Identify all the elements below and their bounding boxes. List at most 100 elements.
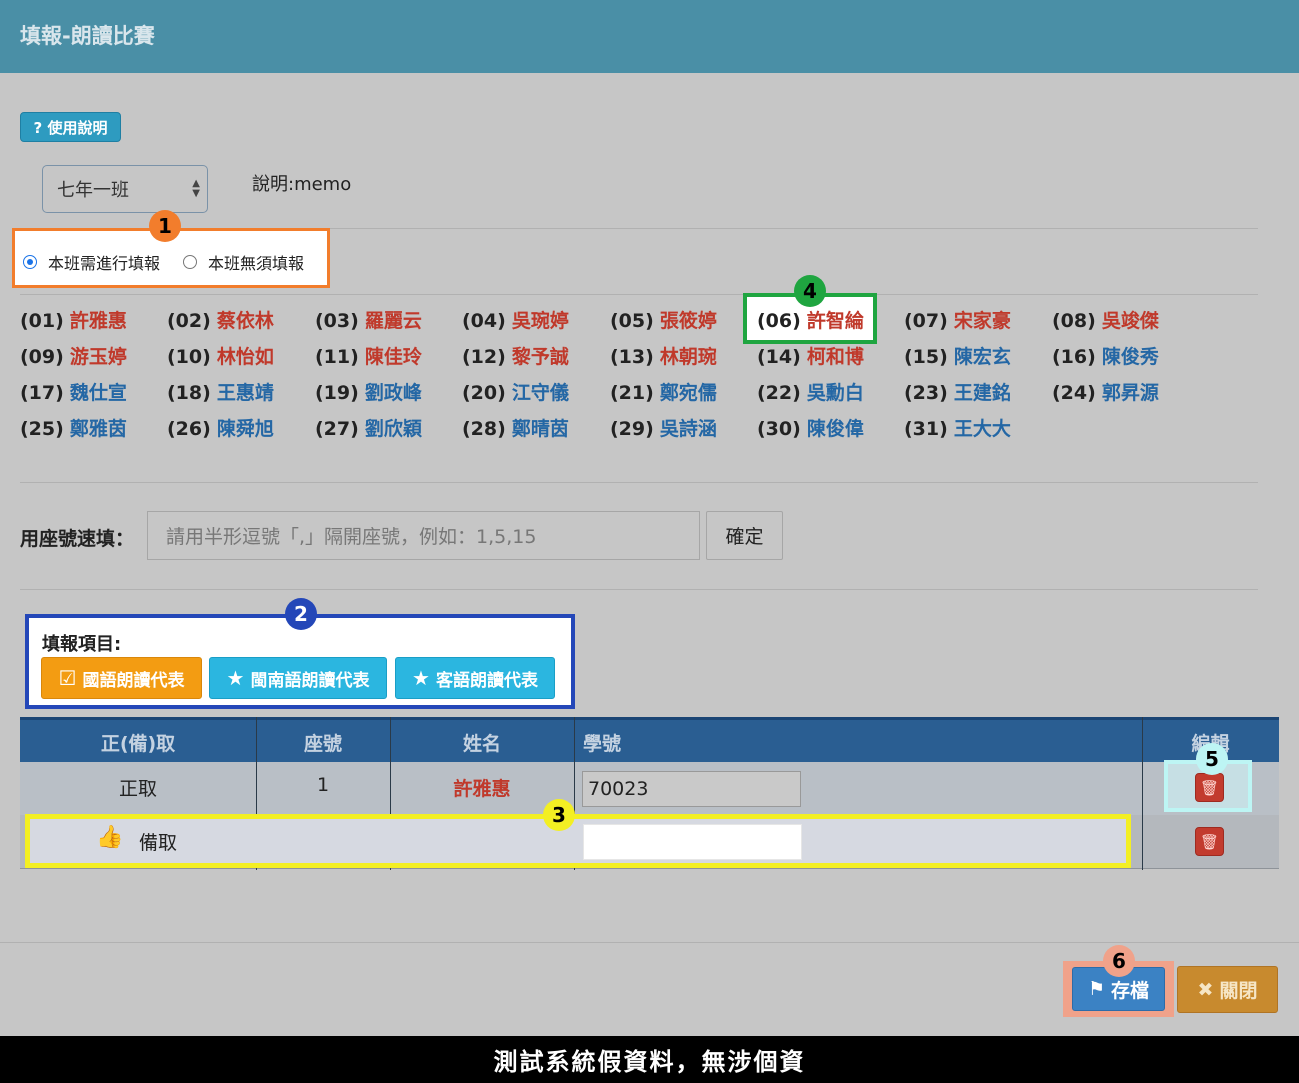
student-name: 陳佳玲 (364, 346, 422, 368)
student-seat-number: (02) (167, 310, 211, 332)
student-item[interactable]: (19) 劉政峰 (315, 378, 422, 405)
report-option-label: 本班需進行填報 (48, 254, 161, 273)
student-name: 陳俊偉 (806, 418, 864, 440)
confirm-button[interactable]: 確定 (706, 511, 783, 560)
student-seat-number: (16) (1052, 346, 1096, 368)
thumbs-up-icon: 👍 (96, 825, 124, 850)
student-item[interactable]: (22) 吳勳白 (757, 378, 864, 405)
student-item[interactable]: (03) 羅麗云 (315, 306, 422, 333)
student-item[interactable]: (31) 王大大 (904, 414, 1011, 441)
help-label: ? 使用說明 (33, 118, 108, 137)
student-item[interactable]: (08) 吳竣傑 (1052, 306, 1159, 333)
header-student-id: 學號 (583, 733, 622, 755)
quick-fill-label: 用座號速填： (20, 528, 135, 550)
student-item[interactable]: (26) 陳舜旭 (167, 414, 274, 441)
student-item[interactable]: (29) 吳詩涵 (610, 414, 717, 441)
student-item[interactable]: (28) 鄭晴茵 (462, 414, 569, 441)
student-id-value: 70023 (588, 778, 649, 800)
student-item[interactable]: (01) 許雅惠 (20, 306, 127, 333)
item-label: 客語朗讀代表 (435, 670, 538, 691)
item-hakka-button[interactable]: ★ 客語朗讀代表 (395, 657, 555, 699)
student-name: 魏仕宣 (69, 382, 127, 404)
student-item[interactable]: (06) 許智綸 (757, 306, 864, 333)
student-seat-number: (11) (315, 346, 359, 368)
row-type: 備取 (139, 832, 178, 854)
student-name: 吳竣傑 (1101, 310, 1159, 332)
student-item[interactable]: (05) 張筱婷 (610, 306, 717, 333)
student-item[interactable]: (13) 林朝琬 (610, 342, 717, 369)
table-row: 正取 1 許雅惠 70023 (20, 762, 1279, 815)
callout-badge-5: 5 (1196, 743, 1228, 775)
item-label: 閩南語朗讀代表 (250, 670, 370, 691)
class-select-value: 七年一班 (57, 180, 129, 201)
close-button[interactable]: ✖ 關閉 (1177, 966, 1278, 1013)
student-name: 王建銘 (953, 382, 1011, 404)
student-seat-number: (14) (757, 346, 801, 368)
student-item[interactable]: (23) 王建銘 (904, 378, 1011, 405)
student-item[interactable]: (16) 陳俊秀 (1052, 342, 1159, 369)
student-item[interactable]: (24) 郭昇源 (1052, 378, 1159, 405)
divider (20, 482, 1258, 483)
memo-text: 說明:memo (252, 174, 352, 195)
student-seat-number: (17) (20, 382, 64, 404)
trash-icon: 🗑 (1199, 778, 1220, 797)
report-option-not-required[interactable]: 本班無須填報 (183, 250, 304, 274)
student-item[interactable]: (10) 林怡如 (167, 342, 274, 369)
student-item[interactable]: (20) 江守儀 (462, 378, 569, 405)
item-mandarin-button[interactable]: ☑ 國語朗讀代表 (41, 657, 202, 699)
item-hokkien-button[interactable]: ★ 閩南語朗讀代表 (209, 657, 387, 699)
student-item[interactable]: (07) 宋家豪 (904, 306, 1011, 333)
page-title: 填報-朗讀比賽 (20, 24, 155, 48)
student-name: 林朝琬 (659, 346, 717, 368)
student-id-input[interactable] (583, 824, 802, 860)
column-divider (1142, 717, 1143, 870)
student-seat-number: (24) (1052, 382, 1096, 404)
student-item[interactable]: (25) 鄭雅茵 (20, 414, 127, 441)
student-id-input[interactable]: 70023 (582, 771, 801, 807)
student-seat-number: (25) (20, 418, 64, 440)
footer-divider (0, 942, 1299, 943)
student-name: 張筱婷 (659, 310, 717, 332)
student-name: 陳舜旭 (216, 418, 274, 440)
student-item[interactable]: (11) 陳佳玲 (315, 342, 422, 369)
student-item[interactable]: (30) 陳俊偉 (757, 414, 864, 441)
student-name: 劉欣穎 (364, 418, 422, 440)
callout-badge-2: 2 (285, 598, 317, 630)
student-seat-number: (07) (904, 310, 948, 332)
student-seat-number: (29) (610, 418, 654, 440)
student-item[interactable]: (02) 蔡依林 (167, 306, 274, 333)
student-item[interactable]: (17) 魏仕宣 (20, 378, 127, 405)
student-name: 鄭宛儒 (659, 382, 717, 404)
radio-checked-icon[interactable] (23, 255, 37, 269)
quick-fill-placeholder: 請用半形逗號「,」隔開座號，例如：1,5,15 (166, 526, 537, 548)
student-name: 吳詩涵 (659, 418, 717, 440)
close-icon: ✖ (1197, 978, 1214, 1001)
divider (20, 589, 1258, 590)
test-data-banner: 測試系統假資料，無涉個資 (0, 1036, 1299, 1083)
delete-row-2-button[interactable]: 🗑 (1195, 827, 1224, 856)
delete-row-1-button[interactable]: 🗑 (1195, 773, 1224, 802)
student-item[interactable]: (18) 王惠靖 (167, 378, 274, 405)
student-seat-number: (28) (462, 418, 506, 440)
student-item[interactable]: (14) 柯和博 (757, 342, 864, 369)
trash-icon: 🗑 (1199, 832, 1220, 851)
quick-fill-input[interactable]: 請用半形逗號「,」隔開座號，例如：1,5,15 (147, 511, 700, 560)
student-name: 柯和博 (806, 346, 864, 368)
help-button[interactable]: ? 使用說明 (20, 112, 121, 142)
radio-unchecked-icon[interactable] (183, 255, 197, 269)
class-select[interactable]: 七年一班 ▲ ▼ (42, 165, 208, 213)
student-name: 鄭晴茵 (511, 418, 569, 440)
student-item[interactable]: (04) 吳琬婷 (462, 306, 569, 333)
student-seat-number: (10) (167, 346, 211, 368)
callout-badge-4: 4 (794, 275, 826, 307)
student-item[interactable]: (21) 鄭宛儒 (610, 378, 717, 405)
student-item[interactable]: (27) 劉欣穎 (315, 414, 422, 441)
student-seat-number: (22) (757, 382, 801, 404)
student-item[interactable]: (09) 游玉婷 (20, 342, 127, 369)
report-option-required[interactable]: 本班需進行填報 (23, 250, 160, 274)
student-item[interactable]: (12) 黎予誠 (462, 342, 569, 369)
callout-badge-1: 1 (149, 210, 181, 242)
student-item[interactable]: (15) 陳宏玄 (904, 342, 1011, 369)
student-name: 蔡依林 (216, 310, 274, 332)
save-label: 存檔 (1111, 979, 1150, 1002)
